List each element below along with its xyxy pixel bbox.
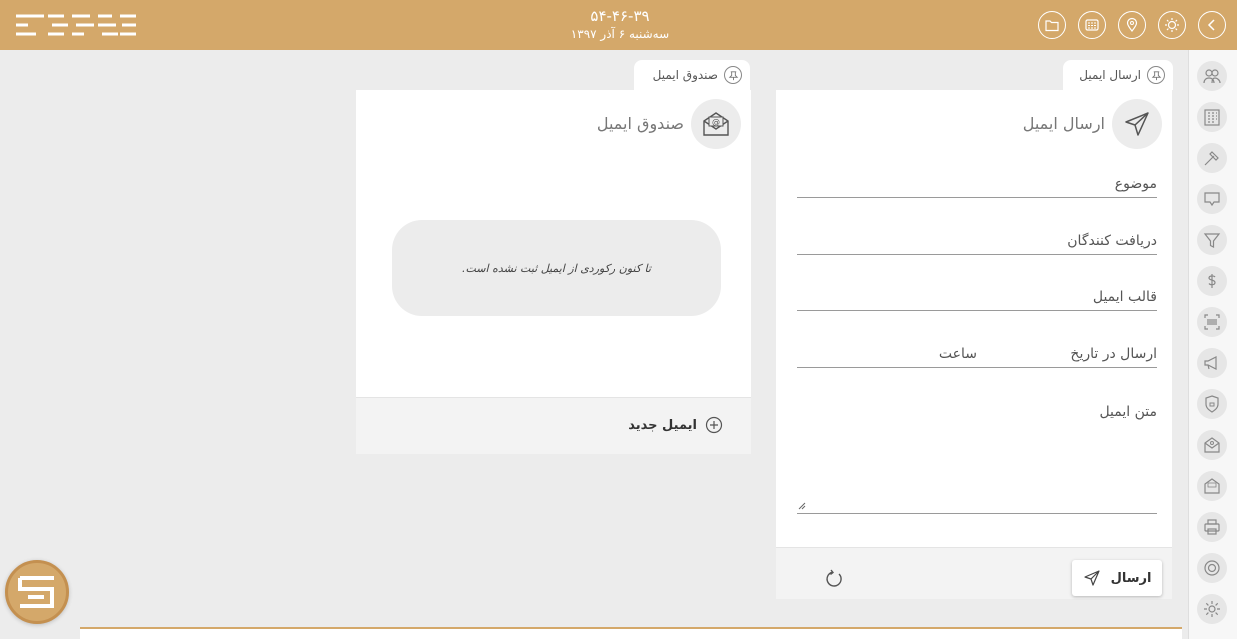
pin-icon[interactable] [1147,66,1165,84]
body-label: متن ایمیل [1099,404,1157,420]
panel-title: ارسال ایمیل [1022,114,1105,133]
printer-icon[interactable] [1197,512,1227,542]
top-bar: ۵۴-۴۶-۳۹ سه‌شنبه ۶ آذر ۱۳۹۷ [0,0,1237,50]
barcode-icon[interactable] [1197,307,1227,337]
subject-label: موضوع [1114,176,1157,192]
floating-logo-button[interactable] [5,560,69,624]
lock-shield-icon[interactable] [1197,389,1227,419]
send-button-label: ارسال [1110,570,1152,586]
hammer-icon[interactable] [1197,143,1227,173]
send-date-label: ارسال در تاریخ [1070,346,1157,362]
add-circle-icon [705,416,723,434]
clock: ۵۴-۴۶-۳۹ سه‌شنبه ۶ آذر ۱۳۹۷ [520,6,720,42]
tab-send-email[interactable]: ارسال ایمیل [1063,60,1173,90]
template-label: قالب ایمیل [1092,289,1157,305]
app-mark-icon [18,576,54,608]
message-icon[interactable] [1197,184,1227,214]
tab-inbox-label: صندوق ایمیل [652,68,718,82]
inbox-footer: ایمیل جدید [356,397,751,454]
dollar-icon[interactable] [1197,266,1227,296]
recipients-label: دریافت کنندگان [1067,233,1157,249]
send-panel-footer: ارسال [776,547,1172,599]
send-icon [1083,570,1100,586]
app-logo [16,14,136,36]
filter-icon[interactable] [1197,225,1227,255]
svg-text:@: @ [712,118,720,127]
bottom-strip [80,629,1182,639]
subject-field[interactable]: موضوع [797,170,1157,198]
chevron-left-icon[interactable] [1198,11,1226,39]
panel-title: صندوق ایمیل [596,114,684,133]
lifebuoy-icon[interactable] [1197,553,1227,583]
send-button[interactable]: ارسال [1072,560,1162,596]
location-pin-icon[interactable] [1118,11,1146,39]
pin-icon[interactable] [724,66,742,84]
send-date-field[interactable]: ارسال در تاریخ ساعت [797,340,1157,368]
new-email-label: ایمیل جدید [628,417,697,433]
recipients-field[interactable]: دریافت کنندگان [797,227,1157,255]
tab-inbox[interactable]: صندوق ایمیل [634,60,750,90]
gear-icon[interactable] [1197,594,1227,624]
tab-send-email-label: ارسال ایمیل [1079,68,1141,82]
right-sidebar [1188,50,1237,639]
body-textarea[interactable]: متن ایمیل [797,400,1157,514]
refresh-icon[interactable] [823,568,845,590]
send-email-panel: ارسال ایمیل موضوع دریافت کنندگان قالب ای… [776,90,1172,599]
resize-handle-icon[interactable] [798,502,806,510]
sun-icon[interactable] [1158,11,1186,39]
template-field[interactable]: قالب ایمیل [797,283,1157,311]
building-icon[interactable] [1197,102,1227,132]
empty-state-message: تا کنون رکوردی از ایمیل ثبت نشده است. [392,220,721,316]
users-icon[interactable] [1197,61,1227,91]
sms-icon[interactable] [1197,471,1227,501]
current-time: ۵۴-۴۶-۳۹ [590,7,650,25]
inbox-panel: @ صندوق ایمیل تا کنون رکوردی از ایمیل ثب… [356,90,751,454]
megaphone-icon[interactable] [1197,348,1227,378]
email-at-icon[interactable] [1197,430,1227,460]
send-time-label: ساعت [938,346,977,362]
folder-icon[interactable] [1038,11,1066,39]
calendar-grid-icon[interactable] [1078,11,1106,39]
new-email-button[interactable]: ایمیل جدید [628,416,723,434]
email-open-icon: @ [691,99,741,149]
current-date: سه‌شنبه ۶ آذر ۱۳۹۷ [570,27,670,41]
paper-plane-icon [1112,99,1162,149]
